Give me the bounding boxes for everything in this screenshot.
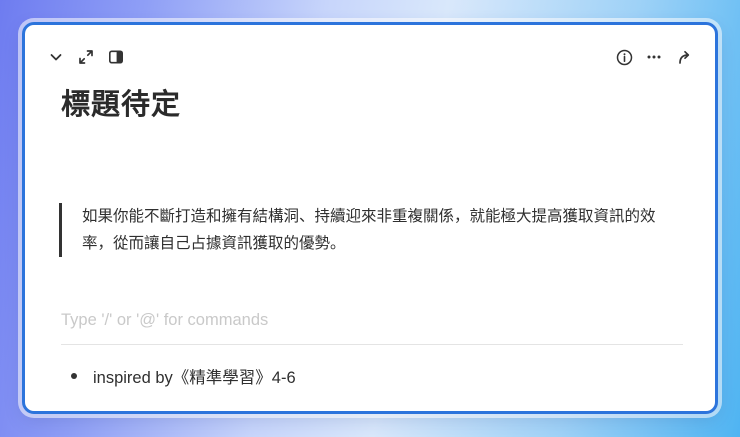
toolbar-left xyxy=(47,48,125,66)
bullet-icon xyxy=(71,373,77,379)
more-icon xyxy=(647,55,661,59)
toolbar-right xyxy=(615,48,693,66)
expand-icon xyxy=(79,50,93,64)
page-title[interactable]: 標題待定 xyxy=(61,81,181,123)
note-window: 標題待定 如果你能不斷打造和擁有結構洞、持續迎來非重複關係，就能極大提高獲取資訊… xyxy=(22,22,718,414)
expand-button[interactable] xyxy=(77,48,95,66)
info-button[interactable] xyxy=(615,48,633,66)
sidebar-panel-icon xyxy=(108,50,123,64)
share-arrow-icon xyxy=(679,50,690,64)
chevron-down-icon xyxy=(50,54,62,61)
bullet-list: inspired by《精準學習》4-6 xyxy=(61,364,296,388)
quote-block[interactable]: 如果你能不斷打造和擁有結構洞、持續迎來非重複關係，就能極大提高獲取資訊的效率，從… xyxy=(59,203,669,257)
list-item[interactable]: inspired by《精準學習》4-6 xyxy=(61,364,296,388)
quote-text: 如果你能不斷打造和擁有結構洞、持續迎來非重複關係，就能極大提高獲取資訊的效率，從… xyxy=(82,207,656,252)
collapse-button[interactable] xyxy=(47,48,65,66)
list-item-text: inspired by《精準學習》4-6 xyxy=(93,369,296,387)
divider xyxy=(61,344,683,345)
sidebar-toggle-button[interactable] xyxy=(107,48,125,66)
share-button[interactable] xyxy=(675,48,693,66)
more-options-button[interactable] xyxy=(645,48,663,66)
command-input[interactable] xyxy=(61,308,671,332)
info-icon xyxy=(616,49,632,65)
